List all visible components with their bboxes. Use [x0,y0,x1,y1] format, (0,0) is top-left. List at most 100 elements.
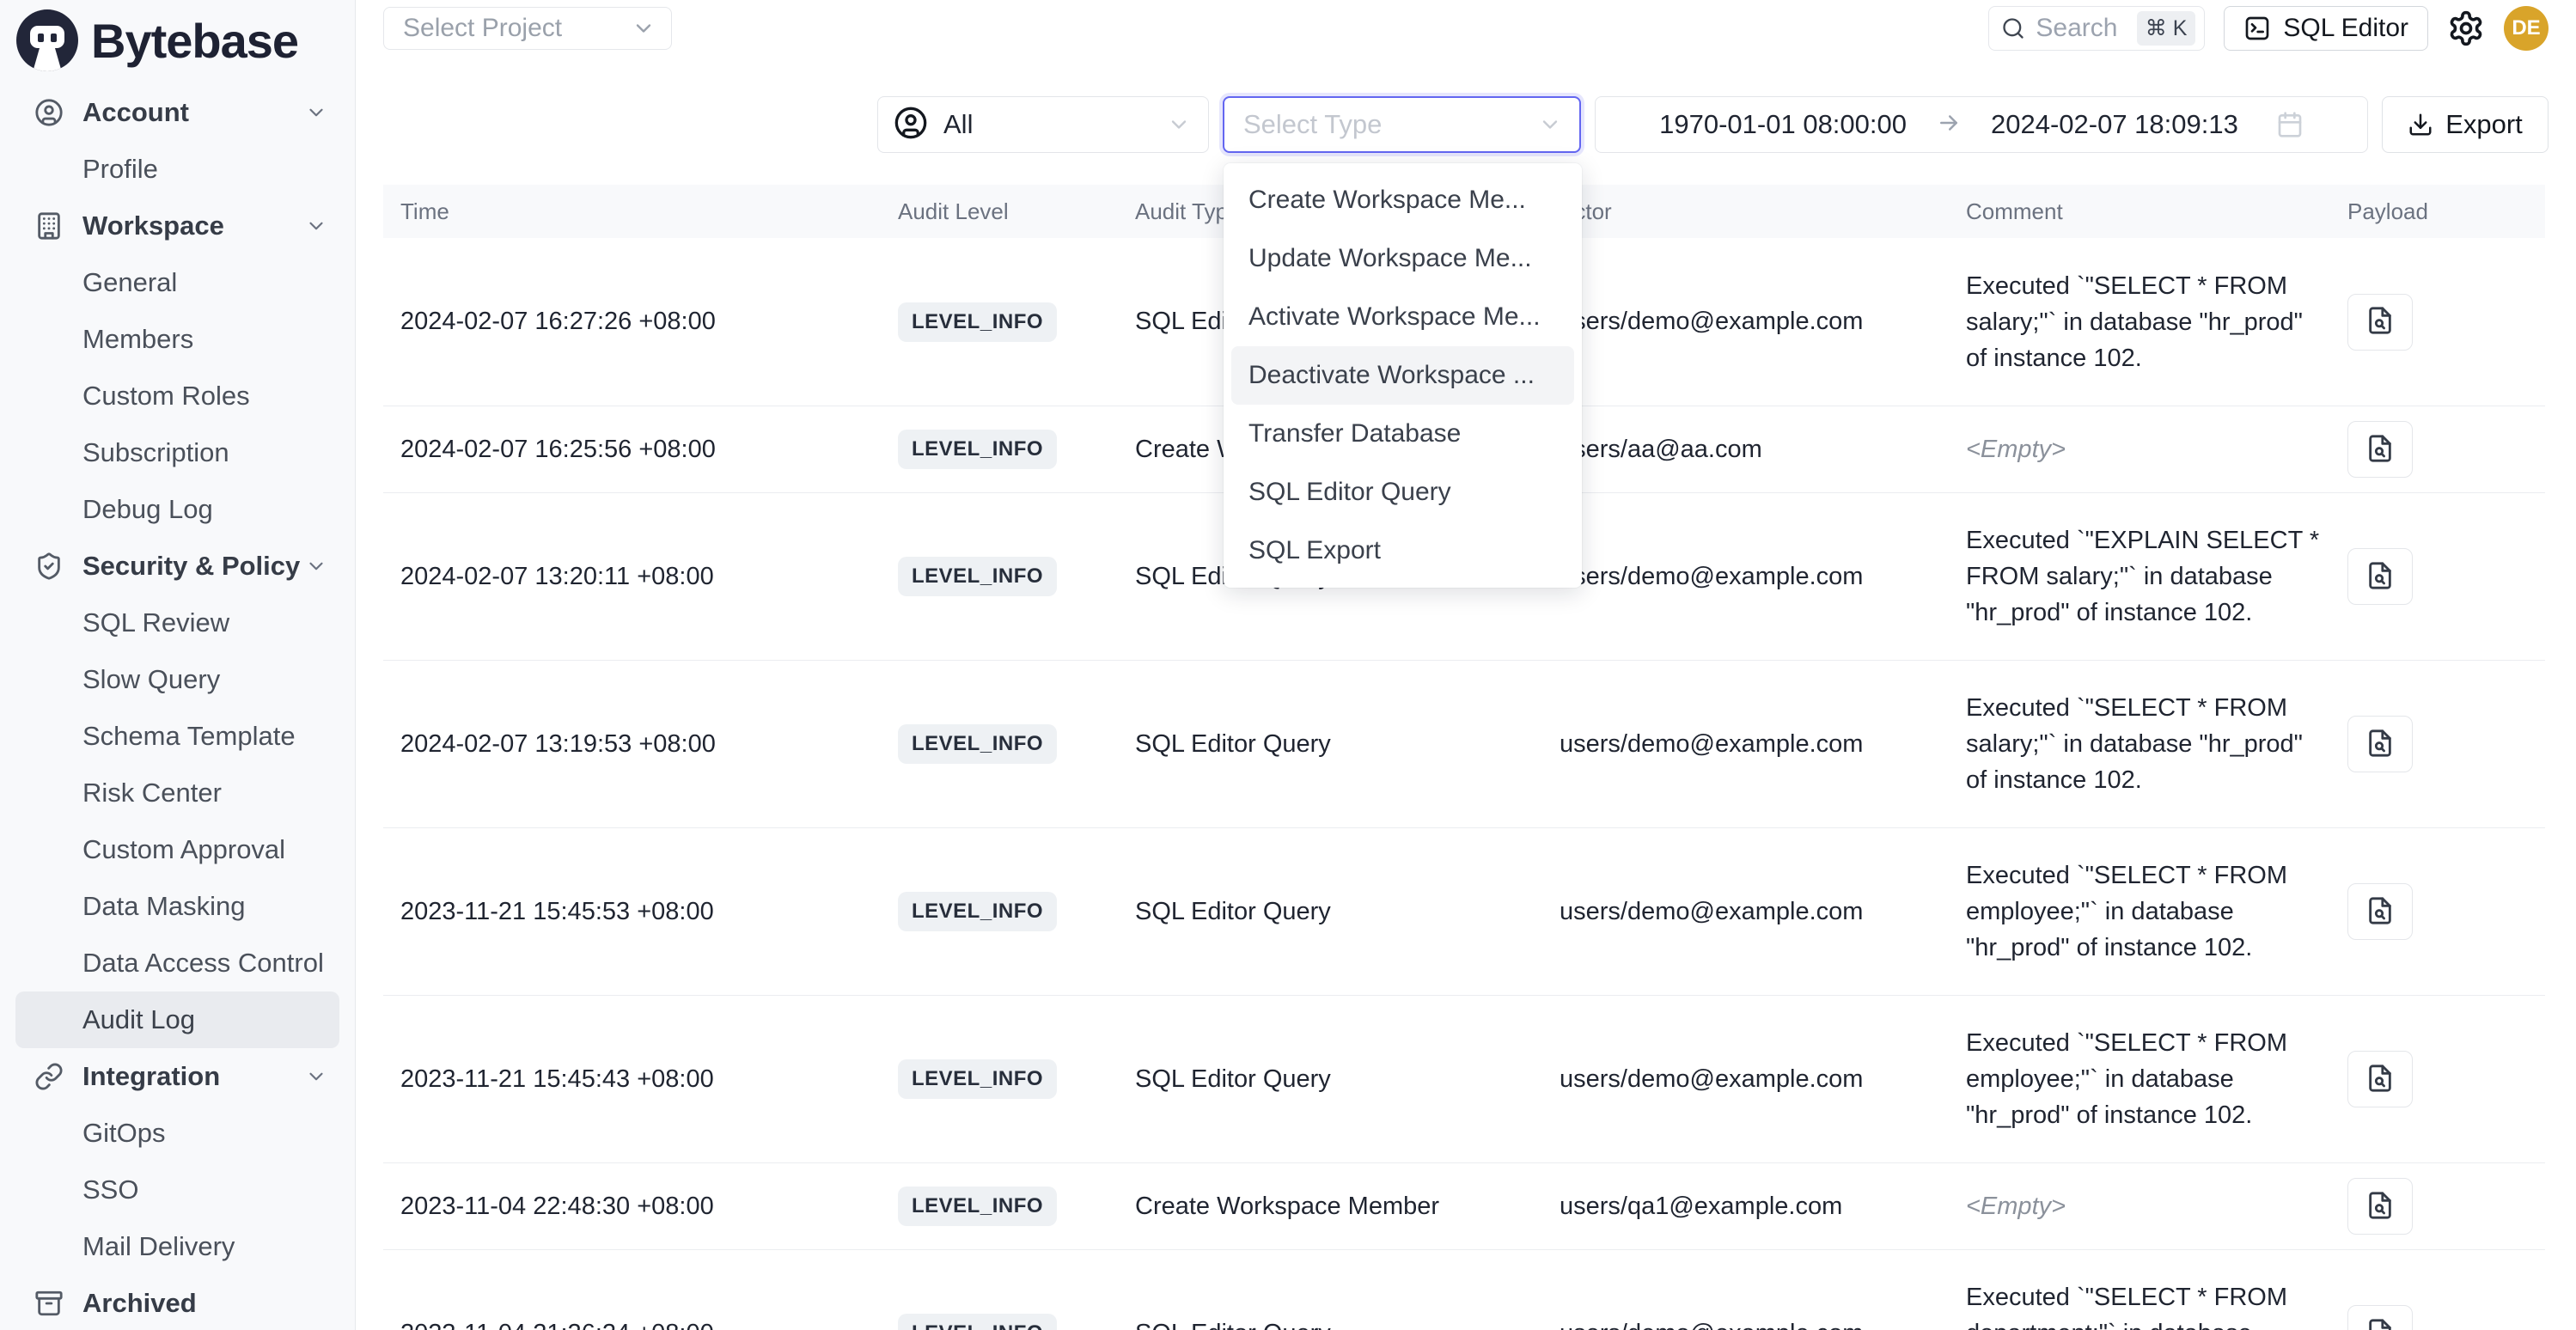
dropdown-option-sql-export[interactable]: SQL Export [1231,522,1574,580]
sidebar-item-gitops[interactable]: GitOps [0,1105,355,1162]
date-range-end: 2024-02-07 18:09:13 [1991,109,2238,140]
view-payload-button[interactable] [2347,421,2413,478]
sidebar-item-sso[interactable]: SSO [0,1162,355,1218]
file-search-icon [2365,434,2395,466]
sidebar-item-profile[interactable]: Profile [0,141,355,198]
audit-log-page: Bytebase AccountProfileWorkspace General M… [0,0,2576,1330]
comment-text: Executed `"SELECT * FROM salary;"` in da… [1966,694,2303,794]
topbar-actions: Search ⌘ K SQL Editor DE [1988,6,2549,51]
sidebar-item-data-masking[interactable]: Data Masking [0,878,355,935]
view-payload-button[interactable] [2347,716,2413,772]
table-row: 2023-11-04 22:48:30 +08:00LEVEL_INFOCrea… [383,1163,2545,1250]
view-payload-button[interactable] [2347,548,2413,605]
level-badge: LEVEL_INFO [898,724,1057,764]
view-payload-button[interactable] [2347,883,2413,940]
comment-text: Executed `"SELECT * FROM salary;"` in da… [1966,272,2303,372]
sidebar-item-general[interactable]: General [0,254,355,311]
sidebar-item-custom-approval[interactable]: Custom Approval [0,821,355,878]
cell-time: 2023-11-21 15:45:53 +08:00 [383,898,894,926]
brand-logo[interactable]: Bytebase [0,0,355,79]
sidebar-item-label: General [82,267,177,298]
sidebar-section-integration[interactable]: Integration [0,1048,355,1105]
sidebar-item-label: Slow Query [82,664,220,695]
sql-editor-button[interactable]: SQL Editor [2224,6,2428,51]
cell-comment: Executed `"SELECT * FROM employee;"` in … [1949,857,2330,966]
cell-time: 2024-02-07 13:20:11 +08:00 [383,563,894,591]
calendar-icon [2276,111,2304,138]
dropdown-option-sql-editor-query[interactable]: SQL Editor Query [1231,463,1574,522]
sidebar: Bytebase AccountProfileWorkspace General M… [0,0,356,1330]
user-circle-icon [34,98,64,127]
sidebar-section-workspace[interactable]: Workspace [0,198,355,254]
type-filter-select[interactable]: Select Type [1223,96,1581,153]
sidebar-item-label: Custom Approval [82,834,285,865]
archive-icon [34,1289,64,1318]
dropdown-option-update-workspace-me[interactable]: Update Workspace Me... [1231,229,1574,288]
file-search-icon [2365,1191,2395,1223]
cell-audit-type: SQL Editor Query [1130,730,1542,759]
level-badge: LEVEL_INFO [898,1059,1057,1099]
sidebar-item-data-access-control[interactable]: Data Access Control [0,935,355,991]
cell-audit-level: LEVEL_INFO [894,557,1130,596]
export-label: Export [2445,109,2523,140]
cell-actor: users/aa@aa.com [1542,436,1949,464]
file-search-icon [2365,561,2395,593]
sidebar-section-account[interactable]: Account [0,84,355,141]
level-badge: LEVEL_INFO [898,557,1057,596]
sidebar-item-mail-delivery[interactable]: Mail Delivery [0,1218,355,1275]
cell-time: 2024-02-07 16:27:26 +08:00 [383,308,894,336]
view-payload-button[interactable] [2347,1305,2413,1330]
sidebar-item-schema-template[interactable]: Schema Template [0,708,355,765]
cell-actor: users/demo@example.com [1542,563,1949,591]
dropdown-option-transfer-database[interactable]: Transfer Database [1231,405,1574,463]
actor-filter-select[interactable]: All [877,96,1209,153]
cell-actor: users/qa1@example.com [1542,1193,1949,1221]
cell-time: 2023-11-21 15:45:43 +08:00 [383,1065,894,1094]
cell-audit-type: SQL Editor Query [1130,1320,1542,1330]
table-row: 2023-11-04 21:26:24 +08:00LEVEL_INFOSQL … [383,1250,2545,1330]
search-input[interactable]: Search ⌘ K [1988,6,2205,51]
user-avatar[interactable]: DE [2504,6,2549,51]
cell-audit-level: LEVEL_INFO [894,1059,1130,1099]
view-payload-button[interactable] [2347,1178,2413,1235]
filter-bar: All Select Type 1970-01-01 08:00:00 2024… [877,96,2549,153]
topbar: Select Project Search ⌘ K SQL Editor DE [356,0,2576,57]
dropdown-option-activate-workspace-me[interactable]: Activate Workspace Me... [1231,288,1574,346]
export-button[interactable]: Export [2382,96,2549,153]
sidebar-item-members[interactable]: Members [0,311,355,368]
sidebar-section-archived[interactable]: Archived [0,1275,355,1330]
cell-time: 2024-02-07 16:25:56 +08:00 [383,436,894,464]
file-search-icon [2365,729,2395,760]
cell-payload [2330,421,2545,478]
sidebar-item-custom-roles[interactable]: Custom Roles [0,368,355,424]
cell-payload [2330,883,2545,940]
settings-gear-icon[interactable] [2447,9,2485,47]
file-search-icon [2365,306,2395,338]
project-select[interactable]: Select Project [383,7,672,50]
dropdown-option-create-workspace-me[interactable]: Create Workspace Me... [1231,171,1574,229]
arrow-right-icon [1936,110,1962,140]
view-payload-button[interactable] [2347,1051,2413,1107]
comment-text: Executed `"SELECT * FROM department;"` i… [1966,1284,2287,1330]
sidebar-item-label: Custom Roles [82,381,250,412]
sidebar-item-slow-query[interactable]: Slow Query [0,651,355,708]
sidebar-item-debug-log[interactable]: Debug Log [0,481,355,538]
sidebar-item-sql-review[interactable]: SQL Review [0,595,355,651]
sidebar-item-label: Mail Delivery [82,1231,235,1262]
sidebar-item-label: Subscription [82,437,229,468]
cell-comment: Executed `"EXPLAIN SELECT * FROM salary;… [1949,522,2330,631]
sidebar-item-risk-center[interactable]: Risk Center [0,765,355,821]
user-circle-icon [894,106,928,144]
column-header-comment: Comment [1949,198,2330,225]
date-range-picker[interactable]: 1970-01-01 08:00:00 2024-02-07 18:09:13 [1595,96,2368,153]
sidebar-item-audit-log[interactable]: Audit Log [15,991,339,1048]
sidebar-section-security-policy[interactable]: Security & Policy [0,538,355,595]
level-badge: LEVEL_INFO [898,1314,1057,1330]
cell-actor: users/demo@example.com [1542,730,1949,759]
sidebar-item-subscription[interactable]: Subscription [0,424,355,481]
view-payload-button[interactable] [2347,294,2413,351]
table-row: 2023-11-21 15:45:53 +08:00LEVEL_INFOSQL … [383,828,2545,996]
sidebar-item-label: SSO [82,1174,138,1205]
cell-actor: users/demo@example.com [1542,308,1949,336]
dropdown-option-deactivate-workspace[interactable]: Deactivate Workspace ... [1231,346,1574,405]
